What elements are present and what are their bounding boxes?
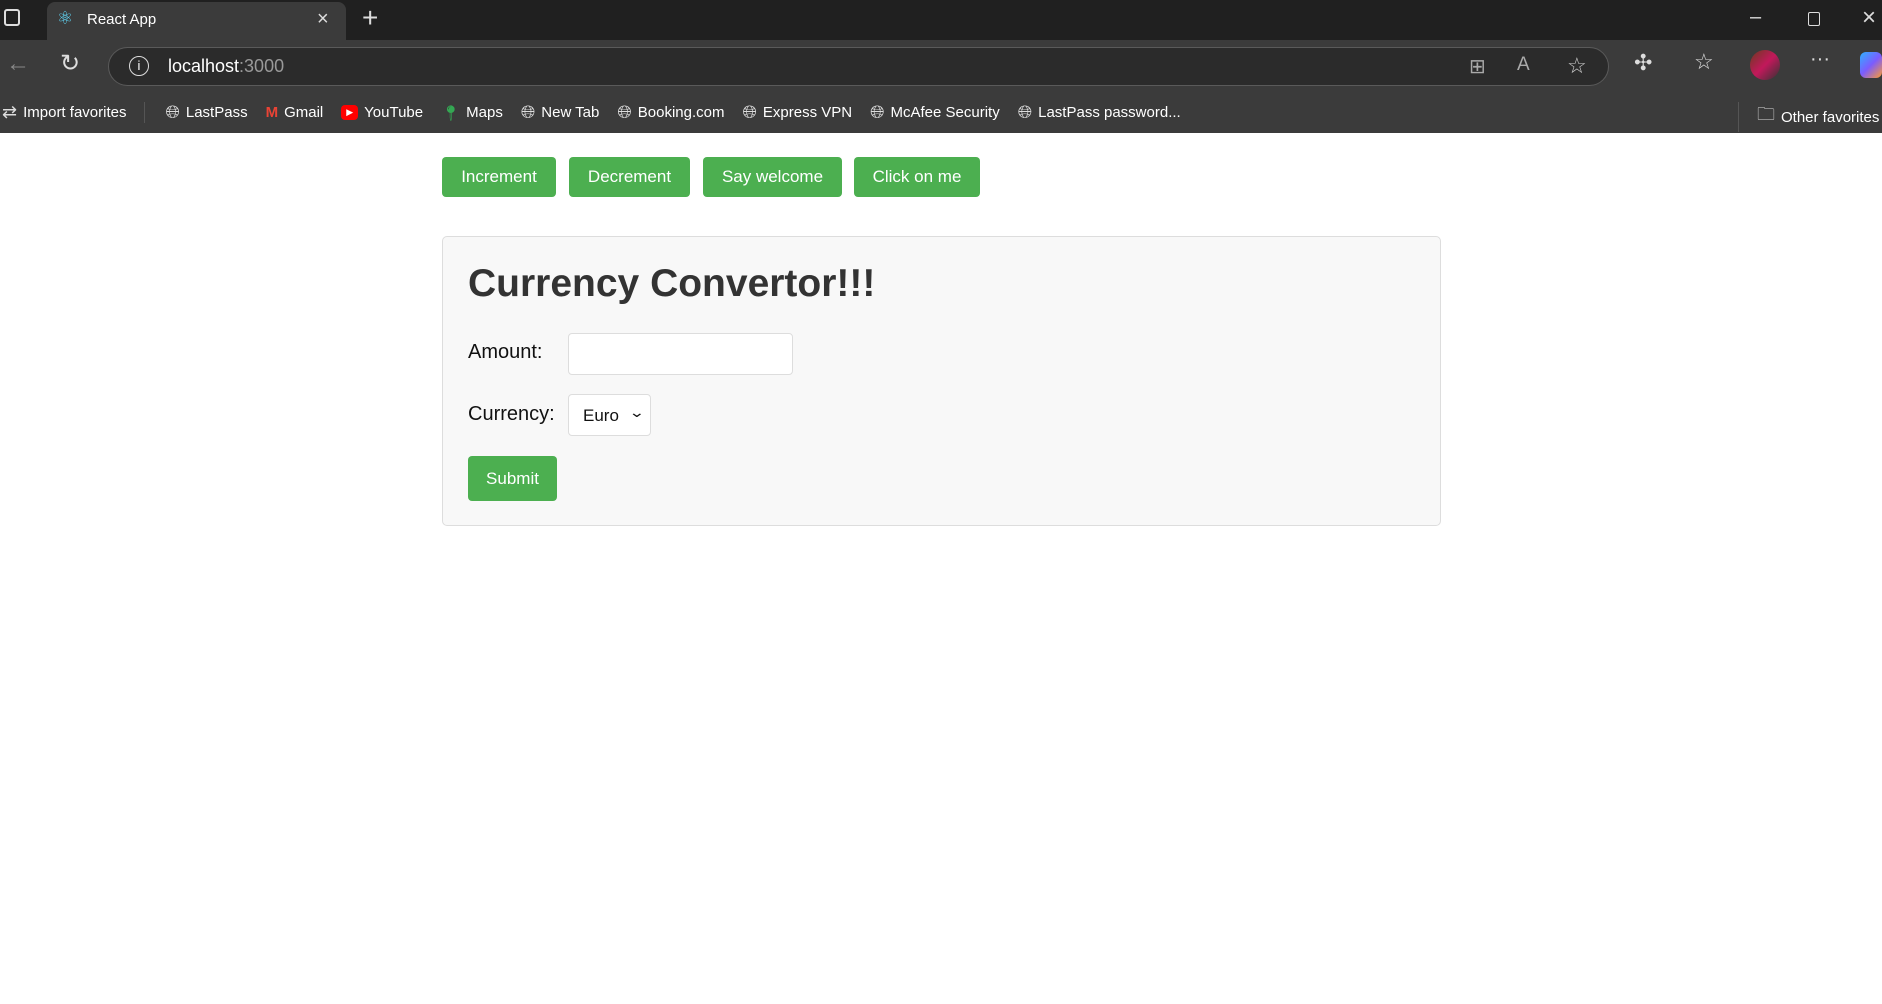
currency-converter-card: Currency Convertor!!! Amount: Currency: … [442, 236, 1441, 526]
back-icon[interactable]: ← [6, 50, 30, 78]
currency-select[interactable]: Euro ⌄ [568, 394, 651, 436]
converter-title: Currency Convertor!!! [468, 262, 876, 305]
click-on-me-button[interactable]: Click on me [854, 157, 980, 197]
profile-avatar[interactable] [1750, 50, 1780, 80]
tab-react-app[interactable]: ⚛ React App × [47, 2, 346, 40]
close-window-icon[interactable]: × [1862, 4, 1876, 32]
restore-icon[interactable] [1808, 12, 1820, 26]
bookmark-express-vpn[interactable]: 🌐︎ Express VPN [742, 102, 852, 123]
youtube-icon: ▶ [341, 105, 359, 120]
globe-icon: 🌐︎ [1017, 102, 1033, 122]
globe-icon: 🌐︎ [617, 102, 632, 122]
refresh-icon[interactable]: ↻ [60, 49, 80, 78]
close-tab-icon[interactable]: × [317, 8, 329, 31]
bookmark-maps[interactable]: 📍︎ Maps [441, 104, 503, 122]
bookmark-booking[interactable]: 🌐︎ Booking.com [617, 102, 724, 123]
bookmark-label: Gmail [284, 104, 324, 121]
read-aloud-icon[interactable]: A [1517, 54, 1530, 76]
gmail-icon: M [265, 104, 279, 121]
more-menu-icon[interactable]: ··· [1810, 48, 1830, 71]
favorite-star-icon[interactable]: ☆ [1567, 53, 1587, 79]
extensions-icon[interactable]: ✣ [1634, 50, 1652, 76]
chevron-down-icon: ⌄ [628, 404, 646, 420]
new-tab-icon[interactable]: + [362, 2, 378, 34]
bookmark-label: Booking.com [637, 104, 725, 121]
tab-title: React App [87, 11, 157, 28]
bookmark-new-tab[interactable]: 🌐︎ New Tab [521, 102, 600, 123]
site-info-icon[interactable]: i [129, 56, 149, 76]
bookmark-label: Maps [466, 104, 503, 121]
globe-icon: 🌐︎ [520, 102, 536, 122]
bookmark-lastpass-password[interactable]: 🌐︎ LastPass password... [1018, 102, 1181, 123]
bookmarks-bar: ⇄ Import favorites 🌐︎ LastPass M Gmail ▶ You… [0, 92, 1882, 133]
url: localhost:3000 [168, 56, 284, 77]
globe-icon: 🌐︎ [742, 102, 757, 122]
other-favorites[interactable]: 🗀 Other favorites [1738, 102, 1879, 132]
globe-icon: 🌐︎ [165, 102, 180, 122]
say-welcome-button[interactable]: Say welcome [703, 157, 842, 197]
bookmark-label: Import favorites [23, 104, 127, 121]
react-logo-icon: ⚛ [57, 8, 74, 28]
bookmark-lastpass[interactable]: 🌐︎ LastPass [165, 102, 247, 123]
increment-button[interactable]: Increment [442, 157, 556, 197]
amount-label: Amount: [468, 341, 543, 363]
bookmark-label: New Tab [541, 104, 600, 121]
favorites-icon[interactable]: ☆ [1694, 49, 1714, 75]
folder-icon: 🗀 [1757, 104, 1775, 124]
app-available-icon[interactable]: ⊞ [1469, 54, 1486, 79]
url-port: :3000 [239, 56, 285, 76]
address-bar[interactable]: i localhost:3000 ⊞ A ☆ [108, 47, 1609, 86]
maps-pin-icon: 📍︎ [441, 104, 461, 122]
url-host: localhost [168, 56, 240, 76]
globe-icon: 🌐︎ [870, 102, 885, 122]
bookmark-label: Express VPN [762, 104, 853, 121]
other-favorites-label: Other favorites [1781, 108, 1880, 126]
bookmark-label: LastPass password... [1038, 104, 1181, 121]
sidebar-toggle-icon[interactable] [4, 9, 20, 26]
copilot-icon[interactable] [1860, 52, 1882, 78]
bookmark-label: YouTube [364, 104, 424, 121]
currency-selected-value: Euro [583, 406, 619, 425]
bookmark-youtube[interactable]: ▶ YouTube [341, 104, 423, 121]
toolbar: ← ↻ i localhost:3000 ⊞ A ☆ ✣ ☆ ··· [0, 40, 1882, 92]
currency-label: Currency: [468, 403, 555, 425]
bookmark-label: LastPass [185, 104, 248, 121]
submit-button[interactable]: Submit [468, 456, 557, 501]
import-icon: ⇄ [2, 102, 18, 122]
bookmark-label: McAfee Security [890, 104, 1000, 121]
tab-bar: ⚛ React App × + – × [0, 0, 1882, 40]
bookmark-import-favorites[interactable]: ⇄ Import favorites [2, 102, 146, 123]
decrement-button[interactable]: Decrement [569, 157, 690, 197]
bookmark-mcafee[interactable]: 🌐︎ McAfee Security [870, 102, 1000, 123]
bookmark-gmail[interactable]: M Gmail [266, 104, 324, 121]
amount-input[interactable] [568, 333, 793, 375]
minimize-icon[interactable]: – [1750, 6, 1761, 29]
